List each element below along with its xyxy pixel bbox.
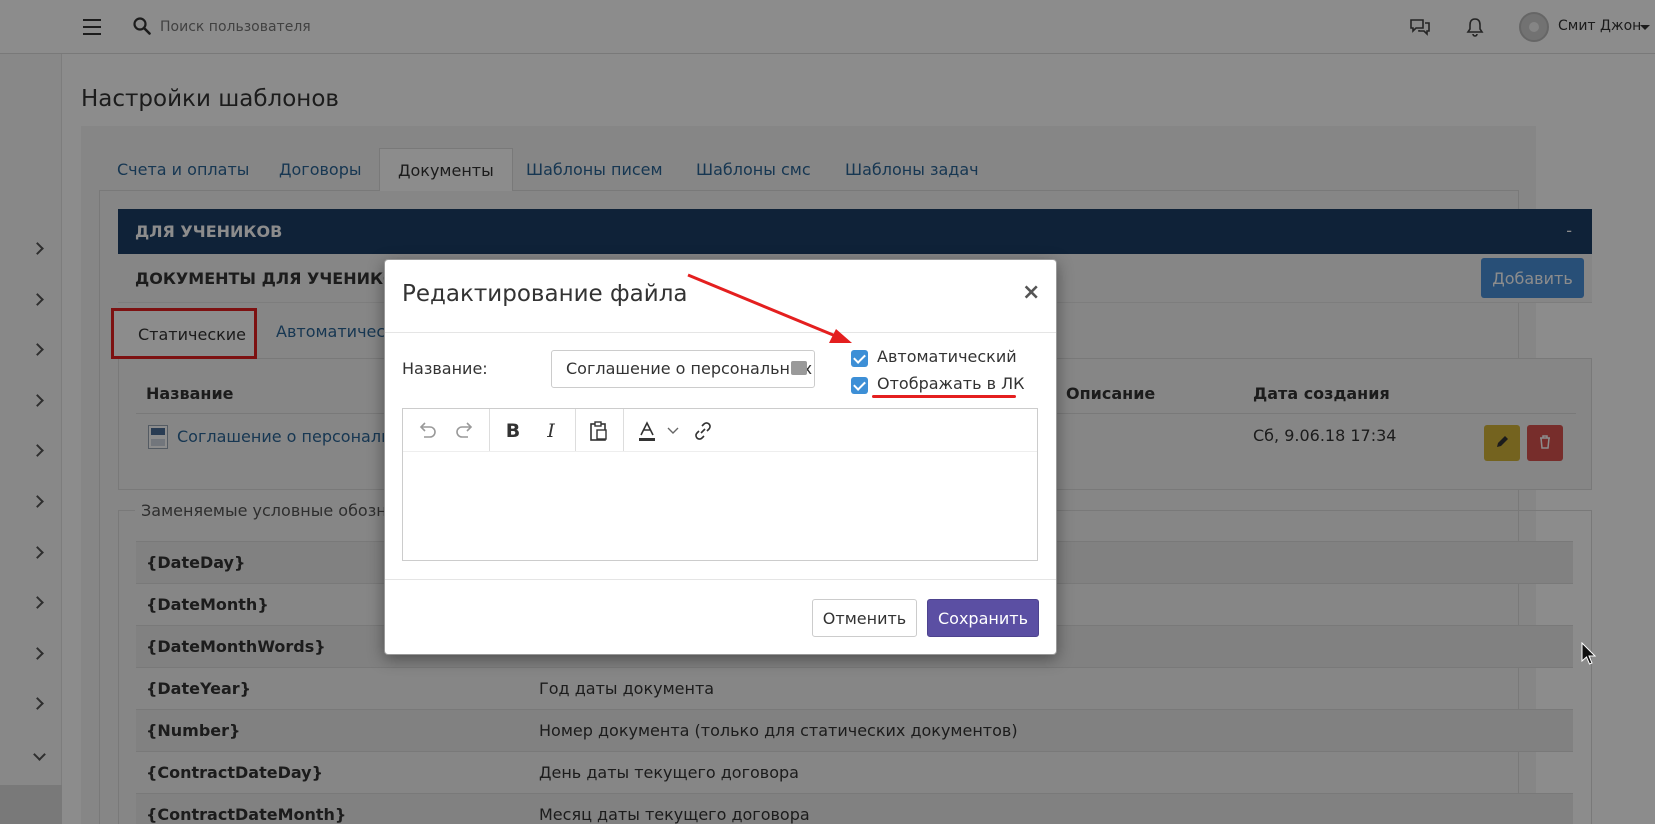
mouse-cursor-icon [1581,642,1597,665]
annotation-arrow [687,273,852,343]
